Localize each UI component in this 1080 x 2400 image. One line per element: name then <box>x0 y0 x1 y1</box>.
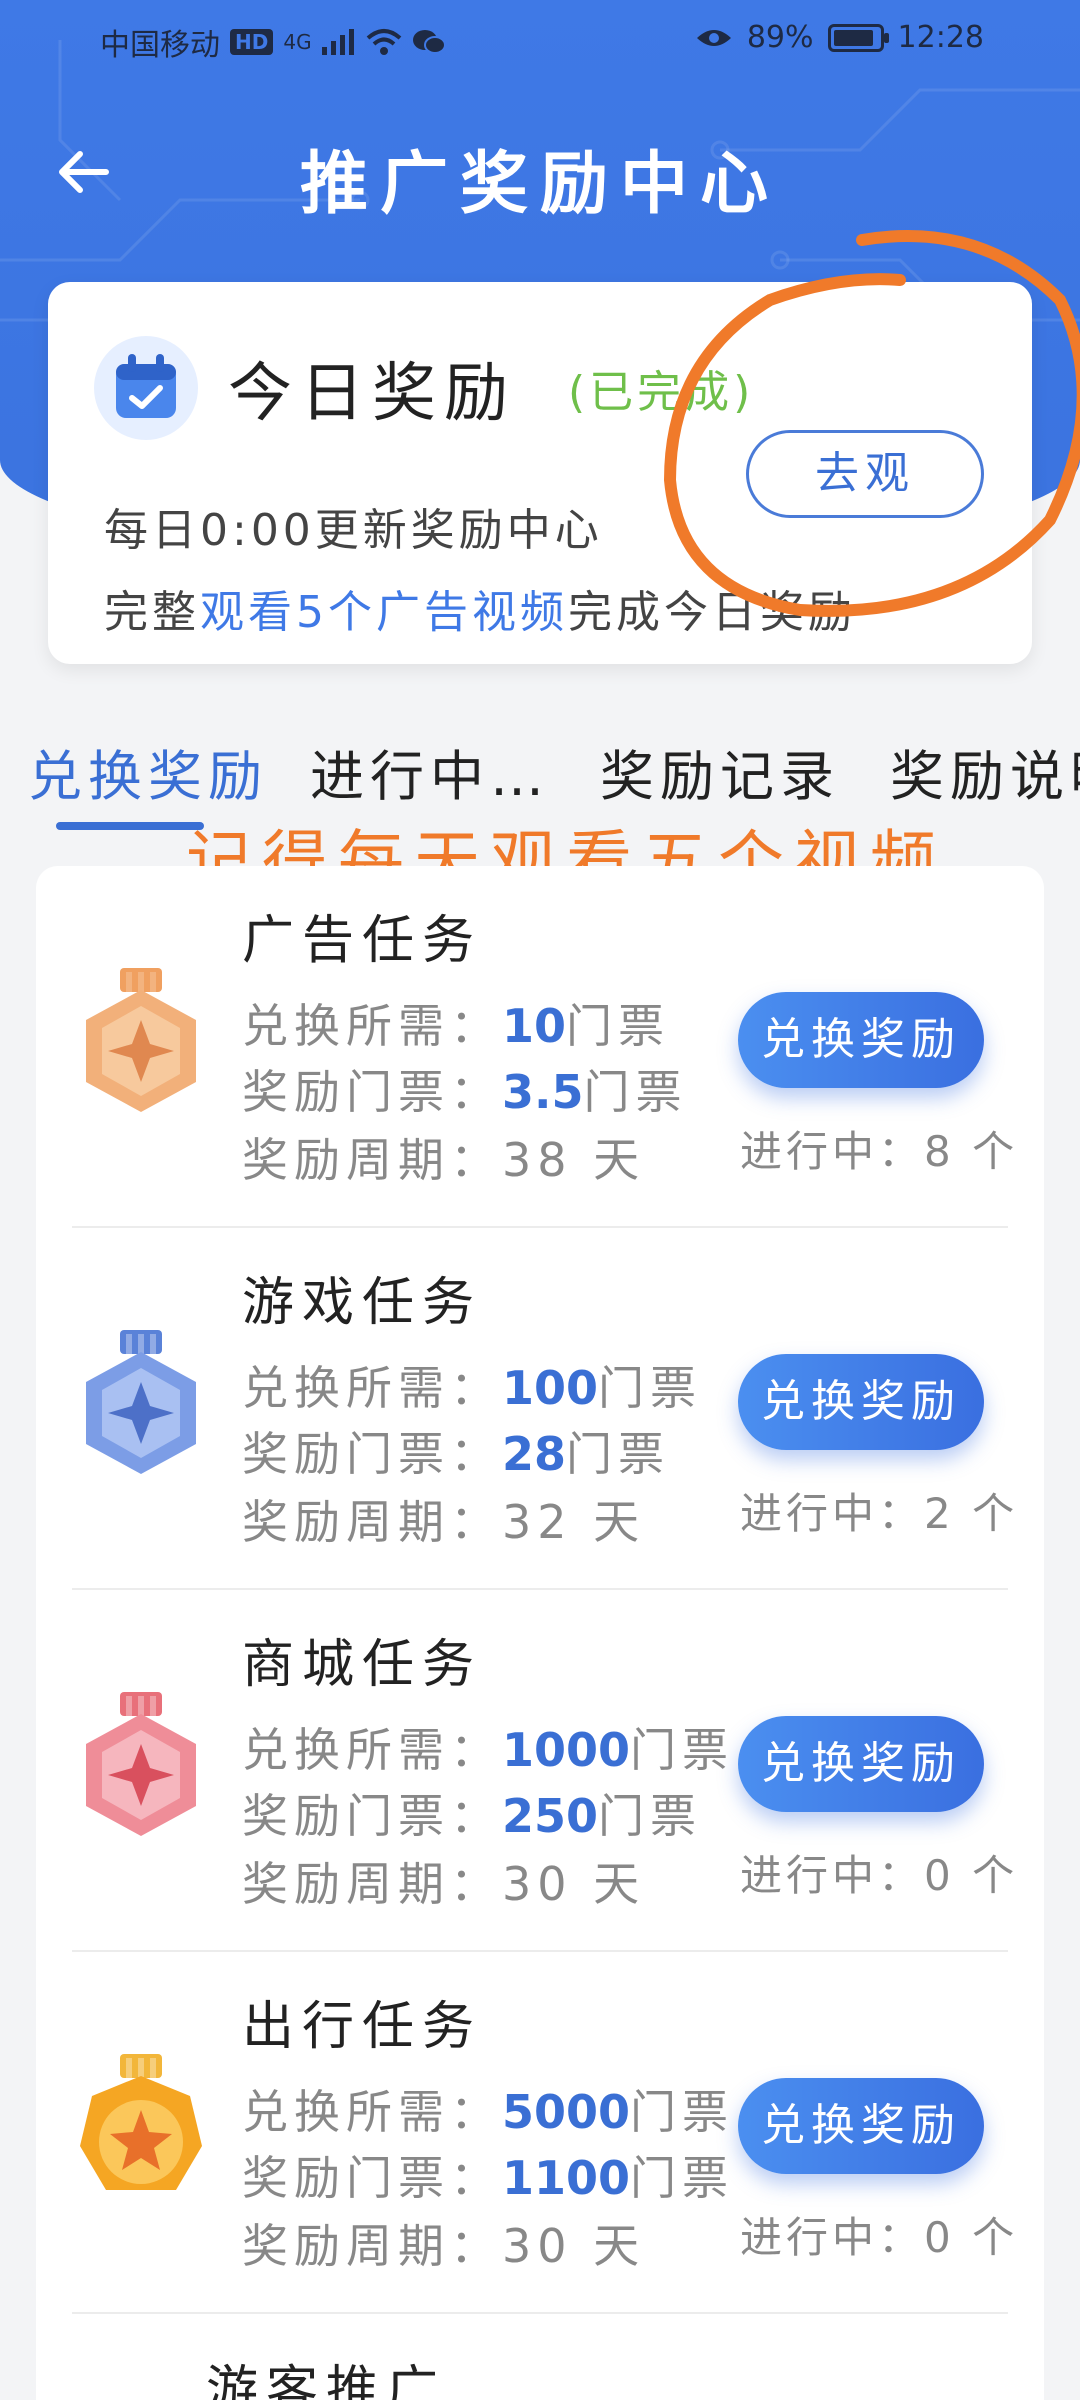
status-bar: 中国移动 HD 4G 89% 12:28 <box>0 0 1080 80</box>
reward-unit: 门票 <box>566 1427 671 1481</box>
period-unit: 天 <box>593 1133 646 1187</box>
cost-line: 兑换所需：100门票 <box>242 1352 702 1418</box>
reward-line: 奖励门票：1100门票 <box>242 2142 734 2208</box>
instruction-prefix: 完整 <box>104 587 200 638</box>
in-progress-count: 进行中：0 个 <box>740 2213 1019 2262</box>
instruction-highlight: 观看5个广告视频 <box>200 587 568 638</box>
tab-instructions[interactable]: 奖励说明 <box>890 732 1080 811</box>
period-line: 奖励周期：38 天 <box>242 1124 645 1190</box>
eye-icon <box>696 29 731 46</box>
task-row-game: 游戏任务 兑换所需：100门票 奖励门票：28门票 奖励周期：32 天 兑换奖励… <box>36 1228 1044 1590</box>
in-progress-count: 进行中：2 个 <box>740 1489 1019 1538</box>
divider <box>72 2312 1008 2314</box>
cost-line: 兑换所需：10门票 <box>242 990 670 1056</box>
task-list: 广告任务 兑换所需：10门票 奖励门票：3.5门票 奖励周期：38 天 兑换奖励… <box>36 866 1044 2400</box>
cost-line: 兑换所需：1000门票 <box>242 1714 734 1780</box>
tab-redeem[interactable]: 兑换奖励 <box>28 732 268 811</box>
in-progress-count: 进行中：0 个 <box>740 1851 1019 1900</box>
redeem-button[interactable]: 兑换奖励 <box>738 1354 984 1450</box>
active-tab-indicator <box>56 822 204 830</box>
wifi-icon <box>366 29 401 55</box>
gold-medal-icon <box>80 2054 202 2190</box>
redeem-button[interactable]: 兑换奖励 <box>738 2078 984 2174</box>
reward-label: 奖励门票： <box>242 1065 502 1119</box>
period-label: 奖励周期： <box>242 2219 502 2273</box>
period-line: 奖励周期：30 天 <box>242 1848 645 1914</box>
period-value: 30 <box>502 1857 573 1911</box>
reward-value: 1100 <box>502 2151 631 2205</box>
task-row-mall: 商城任务 兑换所需：1000门票 奖励门票：250门票 奖励周期：30 天 兑换… <box>36 1590 1044 1952</box>
reward-line: 奖励门票：250门票 <box>242 1780 702 1846</box>
cost-value: 10 <box>502 999 567 1053</box>
cost-label: 兑换所需： <box>242 2085 502 2139</box>
reward-label: 奖励门票： <box>242 1789 502 1843</box>
carrier-label: 中国移动 <box>100 28 220 63</box>
reward-value: 28 <box>502 1427 567 1481</box>
reward-line: 奖励门票：3.5门票 <box>242 1056 688 1122</box>
go-watch-button[interactable]: 去观 <box>746 430 984 518</box>
period-label: 奖励周期： <box>242 1857 502 1911</box>
task-title: 商城任务 <box>242 1635 483 1695</box>
clock: 12:28 <box>897 20 984 55</box>
tab-in-progress[interactable]: 进行中… <box>310 732 550 811</box>
reward-value: 3.5 <box>502 1065 584 1119</box>
battery-percent: 89% <box>746 20 814 55</box>
network-label: 4G <box>283 30 312 54</box>
period-label: 奖励周期： <box>242 1495 502 1549</box>
cost-unit: 门票 <box>630 2085 735 2139</box>
cost-label: 兑换所需： <box>242 999 502 1053</box>
period-value: 32 <box>502 1495 573 1549</box>
cost-unit: 门票 <box>566 999 671 1053</box>
cost-label: 兑换所需： <box>242 1361 502 1415</box>
period-label: 奖励周期： <box>242 1133 502 1187</box>
reward-value: 250 <box>502 1789 599 1843</box>
reward-unit: 门票 <box>598 1789 703 1843</box>
reward-unit: 门票 <box>583 1065 688 1119</box>
blue-medal-icon <box>86 1330 196 1474</box>
in-progress-count: 进行中：8 个 <box>740 1127 1019 1176</box>
task-row-ad: 广告任务 兑换所需：10门票 奖励门票：3.5门票 奖励周期：38 天 兑换奖励… <box>36 866 1044 1228</box>
period-unit: 天 <box>593 1495 646 1549</box>
reward-line: 奖励门票：28门票 <box>242 1418 670 1484</box>
reward-instruction: 完整观看5个广告视频完成今日奖励 <box>104 576 856 640</box>
instruction-suffix: 完成今日奖励 <box>568 587 856 638</box>
pink-medal-icon <box>86 1692 196 1836</box>
cost-unit: 门票 <box>598 1361 703 1415</box>
redeem-button[interactable]: 兑换奖励 <box>738 992 984 1088</box>
battery-level <box>833 29 873 46</box>
task-title: 广告任务 <box>242 911 483 971</box>
cost-label: 兑换所需： <box>242 1723 502 1777</box>
cost-value: 1000 <box>502 1723 631 1777</box>
period-unit: 天 <box>593 1857 646 1911</box>
period-value: 30 <box>502 2219 573 2273</box>
period-line: 奖励周期：30 天 <box>242 2210 645 2276</box>
bronze-medal-icon <box>86 968 196 1112</box>
reward-label: 奖励门票： <box>242 2151 502 2205</box>
today-status: (已完成) <box>568 367 755 418</box>
today-reward-card: 今日奖励 (已完成) 去观 每日0:00更新奖励中心 完整观看5个广告视频完成今… <box>48 282 1032 664</box>
reward-label: 奖励门票： <box>242 1427 502 1481</box>
wechat-icon <box>412 30 446 54</box>
update-info: 每日0:00更新奖励中心 <box>104 505 603 556</box>
period-value: 38 <box>502 1133 573 1187</box>
battery-icon <box>827 23 889 52</box>
today-reward-title: 今日奖励 <box>228 357 516 431</box>
period-line: 奖励周期：32 天 <box>242 1486 645 1552</box>
task-title: 游戏任务 <box>242 1273 483 1333</box>
cost-value: 100 <box>502 1361 599 1415</box>
signal-icon <box>321 29 354 55</box>
task-title: 出行任务 <box>242 1997 483 2057</box>
task-row-travel: 出行任务 兑换所需：5000门票 奖励门票：1100门票 奖励周期：30 天 兑… <box>36 1952 1044 2314</box>
task-title-partial: 游客推广 <box>206 2361 447 2400</box>
cost-unit: 门票 <box>630 1723 735 1777</box>
cost-line: 兑换所需：5000门票 <box>242 2076 734 2142</box>
period-unit: 天 <box>593 2219 646 2273</box>
calendar-check-icon <box>94 336 198 440</box>
cost-value: 5000 <box>502 2085 631 2139</box>
page-title: 推广奖励中心 <box>299 145 780 224</box>
redeem-button[interactable]: 兑换奖励 <box>738 1716 984 1812</box>
reward-unit: 门票 <box>630 2151 735 2205</box>
tab-records[interactable]: 奖励记录 <box>600 732 840 811</box>
hd-badge: HD <box>230 29 274 55</box>
